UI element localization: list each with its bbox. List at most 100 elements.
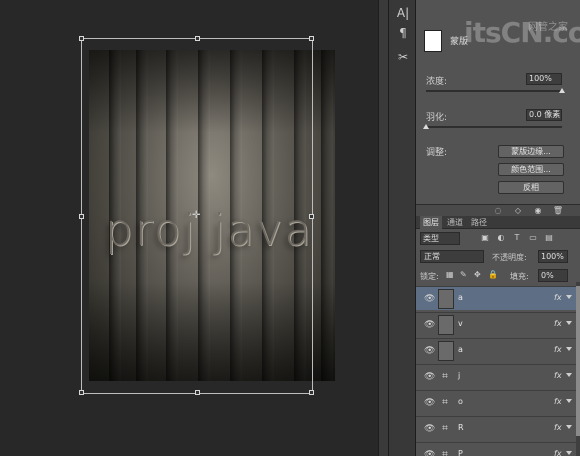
feather-label: 羽化: [426, 113, 448, 123]
layer-name[interactable]: o [458, 397, 463, 406]
layer-name[interactable]: j [458, 371, 460, 380]
shape-layer-icon: ⌗ [442, 423, 448, 434]
transform-handle-top[interactable] [195, 36, 200, 41]
paragraph-icon[interactable]: ¶ [393, 24, 413, 42]
layer-name[interactable]: a [458, 345, 463, 354]
layer-filter-row: 类型 ▣ ◐ T ▭ ▤ [420, 232, 576, 245]
layer-row[interactable]: 👁 ⌗ Pfx [416, 442, 576, 456]
shape-layer-icon: ⌗ [442, 371, 448, 382]
layer-thumbnail [438, 341, 454, 361]
feather-input[interactable]: 0.0 像素 [526, 109, 562, 121]
lock-row: 锁定: ▦ ✎ ✥ 🔒 填充: 0% [420, 269, 576, 282]
adjust-label: 调整: [426, 148, 448, 158]
visibility-eye-icon[interactable]: 👁 [424, 294, 435, 304]
density-label: 浓度: [426, 77, 448, 87]
mask-thumbnail[interactable] [424, 30, 442, 52]
feather-slider[interactable] [423, 124, 562, 129]
fill-input[interactable]: 0% [538, 269, 568, 282]
transform-handle-top-left[interactable] [79, 36, 84, 41]
expand-effects-icon[interactable] [566, 425, 572, 429]
lock-transparent-icon[interactable]: ▦ [446, 270, 454, 279]
filter-pixel-icon[interactable]: ▣ [480, 233, 490, 243]
layer-name[interactable]: R [458, 423, 464, 432]
feather-slider-knob[interactable] [423, 124, 429, 129]
layers-scrollbar[interactable] [576, 282, 580, 456]
filter-type-icon[interactable]: T [512, 233, 522, 243]
density-input[interactable]: 100% [526, 73, 562, 85]
scissor-icon[interactable]: ✂ [393, 48, 413, 66]
visibility-eye-icon[interactable]: 👁 [424, 450, 435, 456]
layers-scrollbar-thumb[interactable] [576, 286, 580, 436]
tab-paths[interactable]: 路径 [468, 216, 490, 229]
layer-effects-icon[interactable]: fx [554, 319, 562, 328]
filter-kind-select[interactable]: 类型 [420, 232, 460, 245]
expand-effects-icon[interactable] [566, 451, 572, 455]
color-range-button[interactable]: 颜色范围... [498, 163, 564, 176]
layer-effects-icon[interactable]: fx [554, 345, 562, 354]
panel-dock-edge [378, 0, 388, 456]
transform-handle-bottom[interactable] [195, 390, 200, 395]
shape-layer-icon: ⌗ [442, 397, 448, 408]
transform-center-icon[interactable]: ✛ [192, 210, 200, 221]
layer-row[interactable]: 👁 a fx [416, 338, 576, 362]
refine-edge-button[interactable]: 蒙版边缘... [498, 145, 564, 158]
expand-effects-icon[interactable] [566, 373, 572, 377]
blend-mode-select[interactable]: 正常 [420, 250, 484, 263]
layer-thumbnail [438, 289, 454, 309]
blend-row: 正常 不透明度: 100% [420, 250, 576, 263]
transform-handle-bottom-left[interactable] [79, 390, 84, 395]
tool-strip: A| ¶ ✂ [388, 0, 416, 456]
lock-all-icon[interactable]: 🔒 [488, 270, 498, 279]
lock-image-icon[interactable]: ✎ [460, 270, 467, 279]
transform-handle-left[interactable] [79, 214, 84, 219]
expand-effects-icon[interactable] [566, 347, 572, 351]
layer-row[interactable]: 👁 ⌗ j fx [416, 364, 576, 388]
tab-layers[interactable]: 图层 [420, 216, 442, 229]
layer-row[interactable]: 👁 v fx [416, 312, 576, 336]
opacity-label: 不透明度: [492, 253, 527, 262]
layer-thumbnail [438, 315, 454, 335]
layer-effects-icon[interactable]: fx [554, 293, 562, 302]
expand-effects-icon[interactable] [566, 399, 572, 403]
tab-channels[interactable]: 通道 [444, 216, 466, 229]
density-slider[interactable] [426, 88, 565, 93]
properties-footer: ◌ ◇ ◉ 🗑 [416, 204, 580, 216]
transform-handle-top-right[interactable] [309, 36, 314, 41]
visibility-eye-icon[interactable]: 👁 [424, 424, 435, 434]
density-slider-knob[interactable] [559, 88, 565, 93]
layers-tab-bar: 图层 通道 路径 [416, 216, 580, 229]
watermark-sub: 网管之家 [528, 22, 568, 33]
fill-label: 填充: [510, 272, 529, 281]
layer-name[interactable]: P [458, 449, 463, 456]
layer-row[interactable]: 👁 ⌗ o fx [416, 390, 576, 414]
invert-button[interactable]: 反相 [498, 181, 564, 194]
opacity-input[interactable]: 100% [538, 250, 568, 263]
layer-effects-icon[interactable]: fx [554, 371, 562, 380]
lock-label: 锁定: [420, 272, 439, 281]
expand-effects-icon[interactable] [566, 321, 572, 325]
right-panel: 蒙版 浓度: 100% 羽化: 0.0 像素 调整: 蒙版边缘... 颜色范围.… [416, 0, 580, 456]
layer-effects-icon[interactable]: fx [554, 449, 562, 456]
shape-layer-icon: ⌗ [442, 449, 448, 456]
transform-handle-right[interactable] [309, 214, 314, 219]
layer-name[interactable]: a [458, 293, 463, 302]
canvas-area[interactable]: proj java ✛ [0, 0, 378, 456]
filter-adjustment-icon[interactable]: ◐ [496, 233, 506, 243]
layer-row[interactable]: 👁 ⌗ Rfx [416, 416, 576, 440]
layers-panel: 图层 通道 路径 类型 ▣ ◐ T ▭ ▤ 正常 不透明度: 100% 锁定: … [416, 216, 580, 456]
visibility-eye-icon[interactable]: 👁 [424, 346, 435, 356]
visibility-eye-icon[interactable]: 👁 [424, 372, 435, 382]
layer-effects-icon[interactable]: fx [554, 423, 562, 432]
character-icon[interactable]: A| [393, 4, 413, 22]
expand-effects-icon[interactable] [566, 295, 572, 299]
transform-handle-bottom-right[interactable] [309, 390, 314, 395]
layer-name[interactable]: v [458, 319, 463, 328]
layer-effects-icon[interactable]: fx [554, 397, 562, 406]
filter-shape-icon[interactable]: ▭ [528, 233, 538, 243]
photoshop-window: proj java ✛ A| ¶ ✂ 蒙版 浓度: 100% 羽化: 0.0 像… [0, 0, 580, 456]
filter-smart-icon[interactable]: ▤ [544, 233, 554, 243]
visibility-eye-icon[interactable]: 👁 [424, 398, 435, 408]
lock-position-icon[interactable]: ✥ [474, 270, 481, 279]
layer-row[interactable]: 👁 a fx [416, 286, 576, 310]
visibility-eye-icon[interactable]: 👁 [424, 320, 435, 330]
